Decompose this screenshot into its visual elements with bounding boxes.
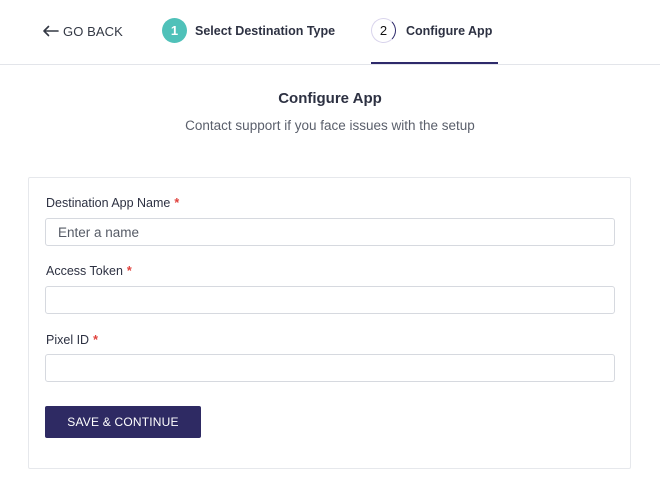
go-back-label: GO BACK xyxy=(63,23,123,39)
step-label: Configure App xyxy=(406,23,493,38)
save-and-continue-button[interactable]: SAVE & CONTINUE xyxy=(45,406,201,438)
field-label-text: Pixel ID xyxy=(46,333,90,347)
step-select-destination-type[interactable]: 1 Select Destination Type xyxy=(162,18,335,43)
access-token-input[interactable] xyxy=(45,286,615,314)
required-asterisk: * xyxy=(126,264,132,278)
arrow-left-icon xyxy=(43,25,59,37)
top-navigation-bar: GO BACK 1 Select Destination Type 2 Conf… xyxy=(0,0,660,65)
step-number-badge: 1 xyxy=(162,18,187,43)
field-label-access-token: Access Token * xyxy=(46,264,132,278)
destination-app-name-input[interactable] xyxy=(45,218,615,246)
required-asterisk: * xyxy=(93,333,98,347)
active-step-indicator xyxy=(371,62,498,64)
step-label: Select Destination Type xyxy=(195,23,336,38)
go-back-button[interactable]: GO BACK xyxy=(42,22,123,40)
field-label-pixel-id: Pixel ID * xyxy=(46,333,98,347)
field-label-text: Access Token xyxy=(46,264,123,278)
page-title: Configure App xyxy=(278,90,382,107)
step-number-badge: 2 xyxy=(371,18,396,43)
field-label-text: Destination App Name xyxy=(46,196,171,210)
configure-app-form: Destination App Name* Access Token* Pixe… xyxy=(28,177,631,469)
pixel-id-input[interactable] xyxy=(45,354,615,382)
field-label-destination-app-name: Destination App Name * xyxy=(46,196,179,210)
step-configure-app[interactable]: 2 Configure App xyxy=(371,18,492,43)
required-asterisk: * xyxy=(174,196,180,210)
page-subtitle: Contact support if you face issues with … xyxy=(185,118,475,133)
